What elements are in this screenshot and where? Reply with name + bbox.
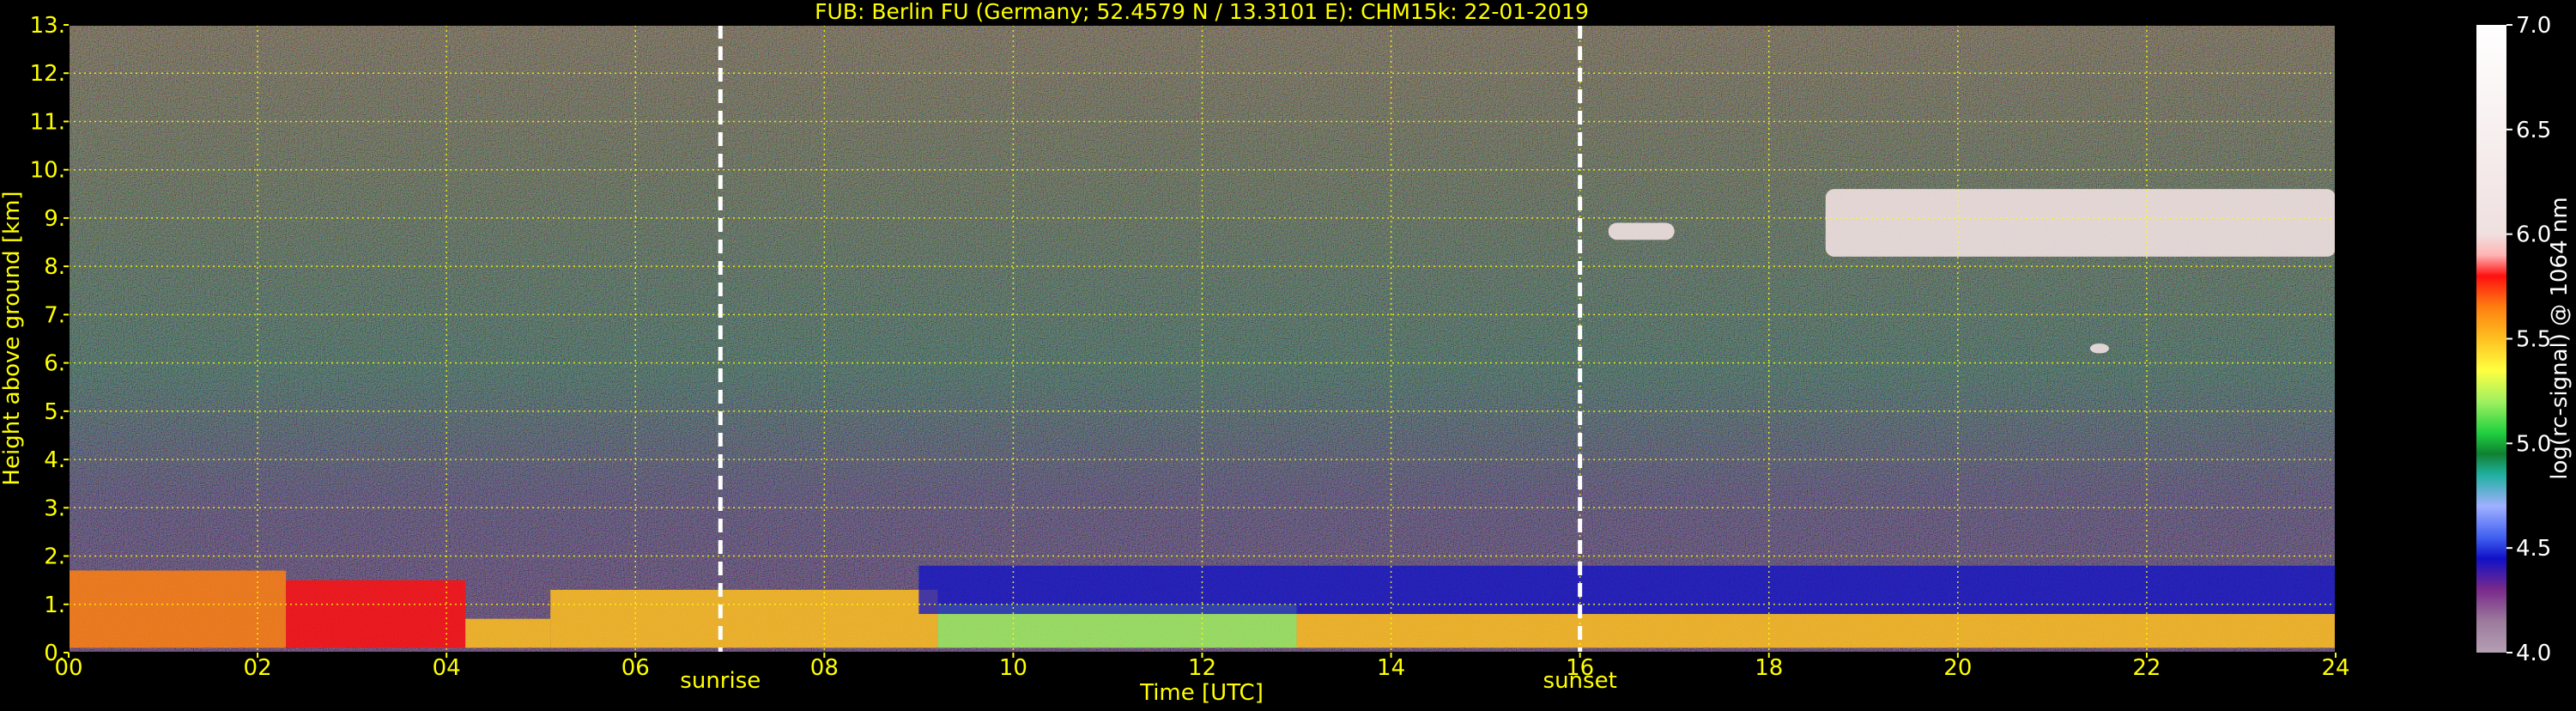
x-tick-label-2: 04	[433, 655, 461, 681]
y-tick-label-8: 8.	[44, 254, 65, 280]
x-tick-label-5: 10	[999, 655, 1027, 681]
marker-label-sunrise: sunrise	[680, 668, 761, 694]
colorbar-label: log(rc-signal) @ 1064 nm	[2547, 197, 2573, 479]
x-tick-label-6: 12	[1188, 655, 1216, 681]
cloud-7	[1608, 222, 1675, 240]
boundary-layer-5	[1296, 614, 2336, 648]
cloud-8	[1825, 189, 2336, 257]
lidar-quicklook: 00 02 04 06 08 10 12 14 16 18 20 22 24 0. 1. 2. 3. 4. 5. 6…	[0, 0, 2576, 708]
residual-layer-6	[918, 565, 2336, 615]
y-tick-label-12: 12.	[30, 61, 65, 87]
y-tick-label-0: 0.	[44, 641, 65, 666]
y-axis-label: Height above ground [km]	[0, 191, 25, 485]
y-tick-label-11: 11.	[30, 109, 65, 135]
marker-label-sunset: sunset	[1543, 668, 1617, 694]
x-axis-label: Time [UTC]	[1139, 680, 1264, 706]
y-tick-label-13: 13.	[30, 13, 65, 39]
y-tick-label-10: 10.	[30, 158, 65, 184]
colorbar-tick-label-5: 6.5	[2516, 118, 2551, 143]
y-tick-label-6: 6.	[44, 351, 65, 377]
y-tick-label-4: 4.	[44, 447, 65, 473]
x-tick-label-1: 02	[244, 655, 272, 681]
cloud-9	[2089, 343, 2109, 354]
y-tick-label-1: 1.	[44, 592, 65, 618]
y-tick-label-2: 2.	[44, 544, 65, 570]
x-tick-label-10: 20	[1943, 655, 1972, 681]
boundary-layer-2	[465, 618, 551, 648]
colorbar-tick-label-0: 4.0	[2516, 641, 2551, 666]
y-tick-label-5: 5.	[44, 399, 65, 425]
boundary-layer-3	[550, 589, 938, 648]
colorbar-scale	[2476, 25, 2506, 653]
boundary-layer-0	[69, 570, 287, 648]
x-tick-label-9: 18	[1755, 655, 1783, 681]
colorbar: 4.04.55.05.56.06.57.0 log(rc-signal) @ 1…	[2476, 13, 2573, 666]
x-tick-label-11: 22	[2132, 655, 2161, 681]
x-tick-label-4: 08	[810, 655, 839, 681]
colorbar-tick-label-6: 7.0	[2516, 13, 2551, 39]
chart-svg: 00 02 04 06 08 10 12 14 16 18 20 22 24 0.1.2.3.4.5.6…	[0, 0, 2573, 706]
chart-title: FUB: Berlin FU (Germany; 52.4579 N / 13.…	[815, 0, 1589, 24]
y-tick-label-3: 3.	[44, 495, 65, 521]
colorbar-tick-label-1: 4.5	[2516, 536, 2551, 562]
y-tick-label-9: 9.	[44, 206, 65, 232]
x-tick-label-3: 06	[621, 655, 650, 681]
boundary-layer-1	[286, 580, 466, 648]
y-tick-label-7: 7.	[44, 302, 65, 328]
x-tick-label-7: 14	[1377, 655, 1405, 681]
x-tick-label-12: 24	[2321, 655, 2349, 681]
plot-area	[69, 25, 2336, 653]
